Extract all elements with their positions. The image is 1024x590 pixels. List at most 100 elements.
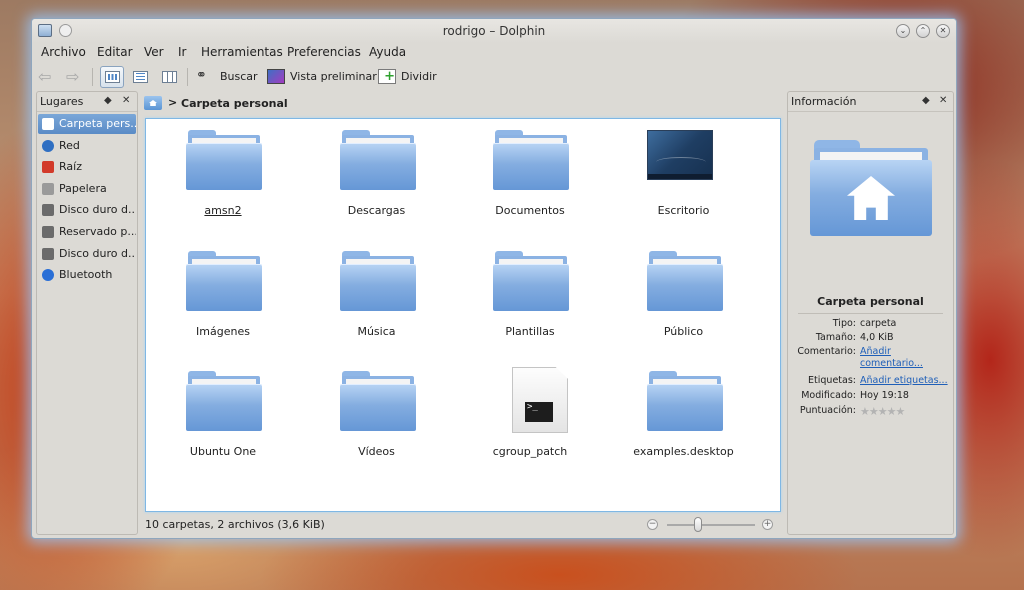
folder-icon (646, 250, 723, 311)
places-item[interactable]: Red (38, 136, 136, 156)
places-item-label: Bluetooth (59, 268, 113, 282)
network-icon (42, 139, 54, 152)
info-panel-header: Información ◆ ✕ (788, 92, 953, 112)
places-item[interactable]: Papelera (38, 179, 136, 199)
split-button[interactable]: Dividir (401, 70, 437, 83)
script-file-icon: >_ (512, 367, 568, 433)
close-button[interactable]: ✕ (936, 24, 950, 38)
columns-view-button[interactable] (157, 66, 181, 88)
close-panel-icon[interactable]: ✕ (122, 95, 130, 106)
terminal-glyph: >_ (525, 402, 553, 422)
menu-ver[interactable]: Ver (144, 45, 164, 59)
breadcrumb-current[interactable]: Carpeta personal (181, 97, 288, 110)
breadcrumb[interactable]: > Carpeta personal (142, 93, 782, 113)
places-item[interactable]: Reservado p... (38, 222, 136, 242)
title-bar[interactable]: rodrigo – Dolphin ⌄ ⌃ ✕ (32, 19, 956, 43)
folder-icon (186, 250, 262, 311)
folder-icon (186, 371, 262, 431)
rating-stars[interactable]: ★★★★★ (860, 405, 905, 418)
file-name: Documentos (495, 204, 565, 217)
info-row-link[interactable]: Añadir comentario... (860, 346, 952, 370)
file-name: Escritorio (657, 204, 710, 217)
places-panel-title: Lugares (40, 95, 84, 108)
details-view-button[interactable] (128, 66, 152, 88)
info-row-link[interactable]: Añadir etiquetas... (860, 375, 952, 387)
file-item[interactable]: examples.desktop (614, 363, 754, 473)
file-item[interactable]: Ubuntu One (153, 363, 293, 473)
info-row-label: Etiquetas: (808, 375, 856, 386)
places-item[interactable]: Disco duro d... (38, 244, 136, 264)
close-panel-icon[interactable]: ✕ (939, 95, 947, 106)
information-panel: Información ◆ ✕ Carpeta personal Tipo: ca… (787, 91, 954, 535)
bluetooth-icon (42, 269, 54, 282)
float-panel-icon[interactable]: ◆ (922, 95, 930, 106)
icons-view-button[interactable] (100, 66, 124, 88)
maximize-button[interactable]: ⌃ (916, 24, 930, 38)
window-title: rodrigo – Dolphin (442, 24, 546, 38)
preview-icon (267, 69, 285, 84)
places-panel: Lugares ◆ ✕ Carpeta pers... Red Raíz Papele… (36, 91, 138, 535)
menu-herramientas[interactable]: Herramientas (201, 45, 283, 59)
menu-archivo[interactable]: Archivo (41, 45, 86, 59)
menu-editar[interactable]: Editar (97, 45, 133, 59)
file-view[interactable]: amsn2 Descargas Documentos Escritorio Imágen… (145, 118, 781, 512)
forward-button[interactable]: ⇨ (66, 69, 84, 85)
zoom-out-button[interactable]: − (647, 519, 658, 530)
float-panel-icon[interactable]: ◆ (104, 95, 112, 106)
info-item-name: Carpeta personal (817, 295, 924, 308)
file-name: Imágenes (196, 324, 250, 338)
file-item[interactable]: Descargas (307, 122, 447, 232)
file-name: Plantillas (505, 324, 555, 338)
file-item[interactable]: Plantillas (460, 243, 600, 353)
file-item[interactable]: Documentos (460, 122, 600, 232)
places-item-label: Papelera (59, 181, 107, 195)
folder-icon (339, 130, 416, 190)
file-name: amsn2 (204, 204, 242, 217)
harddisk-icon (42, 204, 54, 217)
places-item-label: Red (59, 138, 80, 152)
search-button[interactable]: Buscar (220, 70, 258, 83)
home-icon[interactable] (144, 96, 162, 110)
info-row-label: Tamaño: (815, 332, 856, 343)
file-item[interactable]: >_ cgroup_patch (460, 363, 600, 473)
places-item[interactable]: Raíz (38, 157, 136, 177)
minimize-button[interactable]: ⌄ (896, 24, 910, 38)
details-view-icon (133, 71, 148, 83)
preview-button[interactable]: Vista preliminar (290, 70, 377, 83)
harddisk-icon (42, 226, 54, 238)
toolbar-separator (187, 68, 188, 86)
file-name: Vídeos (358, 445, 395, 458)
places-item[interactable]: Bluetooth (38, 265, 136, 285)
file-item[interactable]: Escritorio (614, 122, 754, 232)
file-name: Ubuntu One (189, 445, 257, 458)
places-item[interactable]: Disco duro d... (38, 200, 136, 220)
main-view: > Carpeta personal amsn2 Descargas Documen… (142, 91, 782, 535)
columns-view-icon (162, 71, 177, 83)
file-item[interactable]: Vídeos (307, 363, 447, 473)
places-item-label: Carpeta pers... (59, 117, 136, 130)
info-row-label: Puntuación: (799, 405, 856, 416)
folder-icon (339, 371, 416, 431)
menu-preferencias[interactable]: Preferencias (287, 45, 361, 59)
zoom-slider-handle[interactable] (693, 517, 702, 532)
places-item[interactable]: Carpeta pers... (38, 114, 136, 134)
menu-ir[interactable]: Ir (178, 45, 186, 59)
desktop-folder-icon (646, 130, 713, 180)
menu-ayuda[interactable]: Ayuda (369, 45, 406, 59)
file-item[interactable]: Música (307, 243, 447, 353)
status-text: 10 carpetas, 2 archivos (3,6 KiB) (145, 518, 325, 531)
root-folder-icon (42, 161, 54, 174)
places-item-label: Disco duro d... (59, 246, 136, 260)
icons-view-icon (105, 71, 120, 83)
info-row-label: Modificado: (801, 390, 856, 401)
file-item[interactable]: Público (614, 243, 754, 353)
places-item-label: Disco duro d... (59, 203, 136, 217)
info-row-value: Hoy 19:18 (860, 390, 909, 401)
back-button[interactable]: ⇦ (38, 69, 56, 85)
zoom-in-button[interactable]: + (762, 519, 773, 530)
breadcrumb-separator-icon: > (168, 96, 178, 109)
zoom-slider[interactable] (667, 524, 755, 526)
file-item[interactable]: amsn2 (153, 122, 293, 232)
file-item[interactable]: Imágenes (153, 243, 293, 353)
info-panel-title: Información (791, 95, 857, 108)
